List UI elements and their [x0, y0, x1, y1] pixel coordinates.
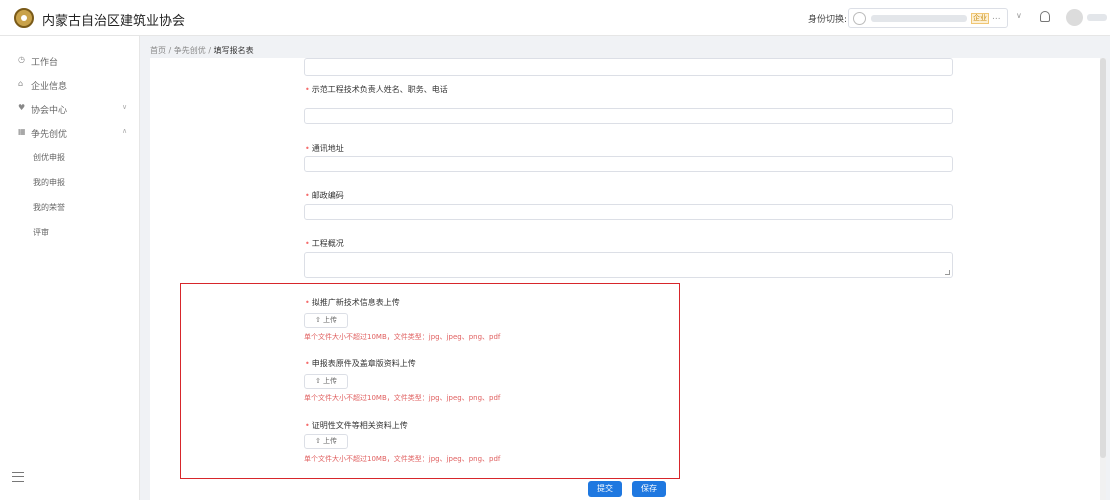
postal-code-input[interactable] [304, 204, 953, 220]
highlight-box [180, 283, 680, 479]
heart-icon: ♥ [18, 103, 26, 112]
project-overview-textarea[interactable] [304, 252, 953, 278]
upload-icon: ⇧ [314, 316, 321, 324]
identity-switch-label: 身份切换: [808, 15, 848, 25]
sidebar: ◷ 工作台 ⌂ 企业信息 ♥ 协会中心 ∨ ▦ 争先创优 ∧ 创优申报 我的申报… [0, 36, 140, 500]
sidebar-subitem-apply[interactable]: 创优申报 [33, 152, 65, 163]
association-logo-icon [14, 8, 34, 28]
upload-certificates-label: • 证明性文件等相关资料上传 [305, 421, 408, 430]
user-name-redacted[interactable] [1087, 14, 1107, 21]
bell-icon[interactable] [1040, 11, 1050, 22]
submit-button[interactable]: 提交 [588, 481, 622, 497]
breadcrumb-separator: / [168, 46, 172, 55]
resize-handle-icon[interactable] [945, 270, 950, 275]
top-header: 内蒙古自治区建筑业协会 身份切换: 企业 ... ∨ [0, 0, 1110, 36]
project-overview-label: • 工程概况 [305, 239, 344, 248]
save-button[interactable]: 保存 [632, 481, 666, 497]
identity-placeholder: ... [992, 12, 1001, 22]
sidebar-item-workbench[interactable]: ◷ 工作台 [0, 50, 140, 72]
chevron-down-icon[interactable]: ∨ [1016, 11, 1022, 20]
clock-icon: ◷ [18, 55, 25, 64]
sidebar-item-excellence[interactable]: ▦ 争先创优 ∧ [0, 122, 140, 144]
sidebar-subitem-my-applications[interactable]: 我的申报 [33, 177, 65, 188]
upload-certificates-button[interactable]: ⇧ 上传 [304, 434, 348, 449]
identity-tag: 企业 [971, 13, 989, 24]
postal-code-label: • 邮政编码 [305, 191, 344, 200]
chevron-down-icon: ∨ [122, 103, 128, 111]
upload-hint: 单个文件大小不超过10MB，文件类型：jpg、jpeg、png、pdf [304, 455, 501, 463]
scrollbar[interactable] [1100, 58, 1106, 500]
sidebar-item-label: 争先创优 [31, 130, 68, 140]
upload-icon: ⇧ [314, 377, 321, 385]
grid-icon: ▦ [18, 127, 26, 136]
tech-leader-label: • 示范工程技术负责人姓名、职务、电话 [305, 85, 448, 94]
upload-icon: ⇧ [314, 437, 321, 445]
identity-avatar-icon [853, 12, 866, 25]
user-avatar[interactable] [1066, 9, 1083, 26]
upload-hint: 单个文件大小不超过10MB，文件类型：jpg、jpeg、png、pdf [304, 333, 501, 341]
upload-application-label: • 申报表原件及盖章版资料上传 [305, 359, 416, 368]
menu-collapse-icon[interactable] [12, 472, 24, 482]
sidebar-subitem-my-honors[interactable]: 我的荣誉 [33, 202, 65, 213]
app-title: 内蒙古自治区建筑业协会 [42, 14, 186, 29]
address-input[interactable] [304, 156, 953, 172]
breadcrumb-home[interactable]: 首页 [150, 46, 166, 55]
identity-switch-select[interactable]: 企业 ... [848, 8, 1008, 28]
breadcrumb-separator: / [208, 46, 212, 55]
upload-tech-info-label: • 拟推广新技术信息表上传 [305, 298, 400, 307]
chevron-up-icon: ∧ [122, 127, 128, 135]
sidebar-item-label: 企业信息 [31, 82, 68, 92]
breadcrumb-current: 填写报名表 [213, 46, 254, 55]
upload-application-button[interactable]: ⇧ 上传 [304, 374, 348, 389]
upload-tech-info-button[interactable]: ⇧ 上传 [304, 313, 348, 328]
form-panel: • 示范工程技术负责人姓名、职务、电话 • 通讯地址 • 邮政编码 • 工程概况 • 拟推… [150, 58, 1100, 500]
sidebar-subitem-review[interactable]: 评审 [33, 227, 49, 238]
identity-name-redacted [871, 15, 967, 22]
breadcrumb-section[interactable]: 争先创优 [174, 46, 206, 55]
previous-field-input[interactable] [304, 58, 953, 76]
sidebar-item-association-center[interactable]: ♥ 协会中心 ∨ [0, 98, 140, 120]
sidebar-item-label: 协会中心 [31, 106, 68, 116]
sidebar-item-company-info[interactable]: ⌂ 企业信息 [0, 74, 140, 96]
address-label: • 通讯地址 [305, 144, 344, 153]
building-icon: ⌂ [18, 79, 24, 88]
scrollbar-thumb[interactable] [1100, 58, 1106, 458]
sidebar-item-label: 工作台 [31, 58, 59, 68]
upload-hint: 单个文件大小不超过10MB，文件类型：jpg、jpeg、png、pdf [304, 394, 501, 402]
breadcrumb: 首页 / 争先创优 / 填写报名表 [150, 45, 254, 56]
tech-leader-input[interactable] [304, 108, 953, 124]
